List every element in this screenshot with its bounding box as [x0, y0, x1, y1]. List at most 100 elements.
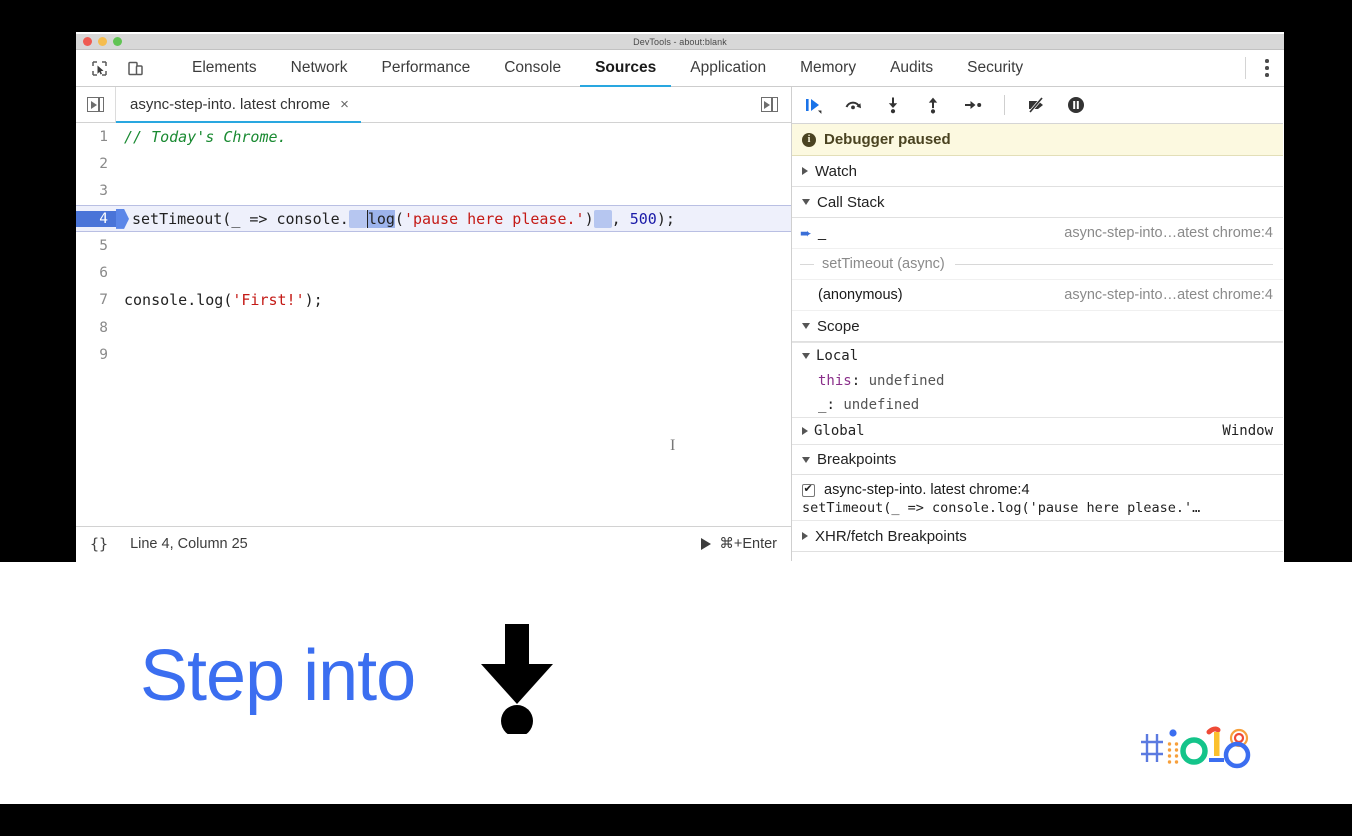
breakpoints-section-header[interactable]: Breakpoints	[792, 444, 1283, 475]
slide-stage: DevTools - about:blank Elements Network …	[0, 0, 1352, 836]
scope-key: _	[818, 397, 827, 413]
breakpoints-label: Breakpoints	[817, 451, 897, 468]
window-titlebar: DevTools - about:blank	[76, 34, 1284, 50]
tab-sources[interactable]: Sources	[578, 50, 673, 87]
code-line-paused[interactable]: 4 setTimeout(_ => console. log('pause he…	[76, 204, 791, 233]
code-line[interactable]: 8	[76, 314, 791, 341]
line-number: 8	[99, 319, 108, 336]
tab-security[interactable]: Security	[950, 50, 1040, 86]
code-token-string: 'pause here please.'	[403, 209, 585, 228]
code-line[interactable]: 9	[76, 341, 791, 368]
call-stack-frame-anonymous[interactable]: (anonymous) async-step-into…atest chrome…	[792, 280, 1283, 311]
tab-network[interactable]: Network	[274, 50, 365, 86]
watch-section-header[interactable]: Watch	[792, 156, 1283, 187]
scope-entry-this[interactable]: this: undefined	[792, 369, 1283, 393]
code-token: setTimeout(_ => console.	[132, 209, 349, 228]
run-shortcut-label: ⌘+Enter	[719, 536, 777, 552]
tab-elements[interactable]: Elements	[175, 50, 274, 86]
xhr-breakpoints-section-header[interactable]: XHR/fetch Breakpoints	[792, 521, 1283, 552]
step-out-of-current-function-icon[interactable]	[922, 94, 944, 116]
scope-separator: :	[826, 397, 835, 413]
code-token: );	[656, 209, 675, 228]
toolbar-divider-right	[1245, 57, 1246, 79]
editor-pane: async-step-into. latest chrome × 1 // To…	[76, 87, 792, 561]
code-token-log: log	[366, 209, 395, 228]
code-line[interactable]: 6	[76, 259, 791, 286]
pretty-print-icon[interactable]: {}	[90, 535, 108, 553]
file-tab-spacer	[361, 87, 747, 122]
tab-audits[interactable]: Audits	[873, 50, 950, 86]
file-tab-async-step-into[interactable]: async-step-into. latest chrome ×	[116, 87, 361, 123]
call-stack-frame-current[interactable]: ➨ _ async-step-into…atest chrome:4	[792, 218, 1283, 249]
pause-on-exceptions-icon[interactable]	[1065, 94, 1087, 116]
cursor-position-label: Line 4, Column 25	[130, 536, 248, 552]
window-title: DevTools - about:blank	[633, 36, 727, 47]
deactivate-breakpoints-icon[interactable]	[1025, 94, 1047, 116]
frame-name: (anonymous)	[818, 287, 903, 303]
step-into-next-function-call-icon[interactable]	[882, 94, 904, 116]
breakpoint-item[interactable]: async-step-into. latest chrome:4 setTime…	[792, 475, 1283, 521]
letterbox-bottom	[0, 804, 1352, 836]
breakpoint-header: async-step-into. latest chrome:4	[802, 482, 1273, 498]
device-toolbar-icon[interactable]	[124, 57, 146, 79]
debugger-paused-banner: i Debugger paused	[792, 124, 1283, 156]
tab-performance[interactable]: Performance	[364, 50, 487, 86]
code-token: )	[584, 209, 594, 228]
step-over-next-function-call-icon[interactable]	[842, 94, 864, 116]
code-line[interactable]: 1 // Today's Chrome.	[76, 123, 791, 150]
file-tab-label: async-step-into. latest chrome	[130, 96, 331, 113]
text-cursor-icon: I	[670, 437, 676, 454]
resume-script-execution-icon[interactable]	[802, 94, 824, 116]
inspect-element-icon[interactable]	[88, 57, 110, 79]
line-number: 5	[99, 237, 108, 254]
run-snippet-control[interactable]: ⌘+Enter	[701, 536, 777, 552]
scope-group-global[interactable]: Global Window	[792, 417, 1283, 444]
code-editor[interactable]: 1 // Today's Chrome. 2 3 4 setTimeout(_ …	[76, 123, 791, 526]
frame-location: async-step-into…atest chrome:4	[1064, 287, 1273, 303]
chevron-down-icon	[802, 353, 810, 359]
devtools-main-toolbar: Elements Network Performance Console Sou…	[76, 50, 1284, 87]
code-line[interactable]: 5	[76, 232, 791, 259]
letterbox-left	[0, 32, 76, 562]
tab-application[interactable]: Application	[673, 50, 783, 86]
chevron-right-icon	[802, 427, 808, 435]
editor-status-bar: {} Line 4, Column 25 ⌘+Enter	[76, 526, 791, 561]
line-number: 2	[99, 155, 108, 172]
code-token: console.log(	[124, 291, 233, 310]
show-debugger-icon[interactable]	[747, 87, 791, 122]
code-line[interactable]: 7 console.log('First!');	[76, 287, 791, 314]
tab-console[interactable]: Console	[487, 50, 578, 86]
step-icon[interactable]	[962, 94, 984, 116]
frame-name: _	[818, 225, 827, 241]
scope-group-local[interactable]: Local	[792, 342, 1283, 369]
watch-label: Watch	[815, 162, 857, 180]
scope-key: this	[818, 373, 852, 389]
kebab-menu-icon[interactable]	[1250, 59, 1284, 77]
tab-memory[interactable]: Memory	[783, 50, 873, 86]
line-content: // Today's Chrome.	[116, 128, 287, 146]
line-content: console.log('First!');	[116, 291, 323, 309]
close-icon[interactable]: ×	[340, 97, 349, 112]
show-navigator-icon[interactable]	[76, 87, 116, 122]
scope-section-header[interactable]: Scope	[792, 311, 1283, 342]
call-stack-label: Call Stack	[817, 193, 885, 211]
scope-entry-underscore[interactable]: _: undefined	[792, 393, 1283, 417]
devtools-toolbar-right	[1245, 50, 1284, 86]
devtools-panel-tabs: Elements Network Performance Console Sou…	[175, 50, 1040, 87]
line-number-breakpoint[interactable]: 4	[76, 210, 116, 227]
step-into-marker-icon[interactable]	[348, 209, 367, 228]
code-line[interactable]: 2	[76, 150, 791, 177]
code-token: ,	[611, 209, 630, 228]
play-icon[interactable]	[701, 538, 712, 550]
code-lines: 1 // Today's Chrome. 2 3 4 setTimeout(_ …	[76, 123, 791, 369]
breakpoint-checkbox[interactable]	[802, 482, 815, 497]
code-token-comment: // Today's Chrome.	[124, 127, 287, 146]
debugger-toolbar-divider	[1004, 95, 1005, 115]
async-rule-left	[800, 263, 814, 265]
scope-group-label: Global	[814, 423, 865, 439]
debugger-toolbar	[792, 87, 1283, 124]
call-stack-section-header[interactable]: Call Stack	[792, 187, 1283, 218]
step-into-marker-icon-2[interactable]	[593, 209, 612, 228]
code-line[interactable]: 3	[76, 178, 791, 205]
breakpoint-source-snippet: setTimeout(_ => console.log('pause here …	[802, 500, 1201, 516]
